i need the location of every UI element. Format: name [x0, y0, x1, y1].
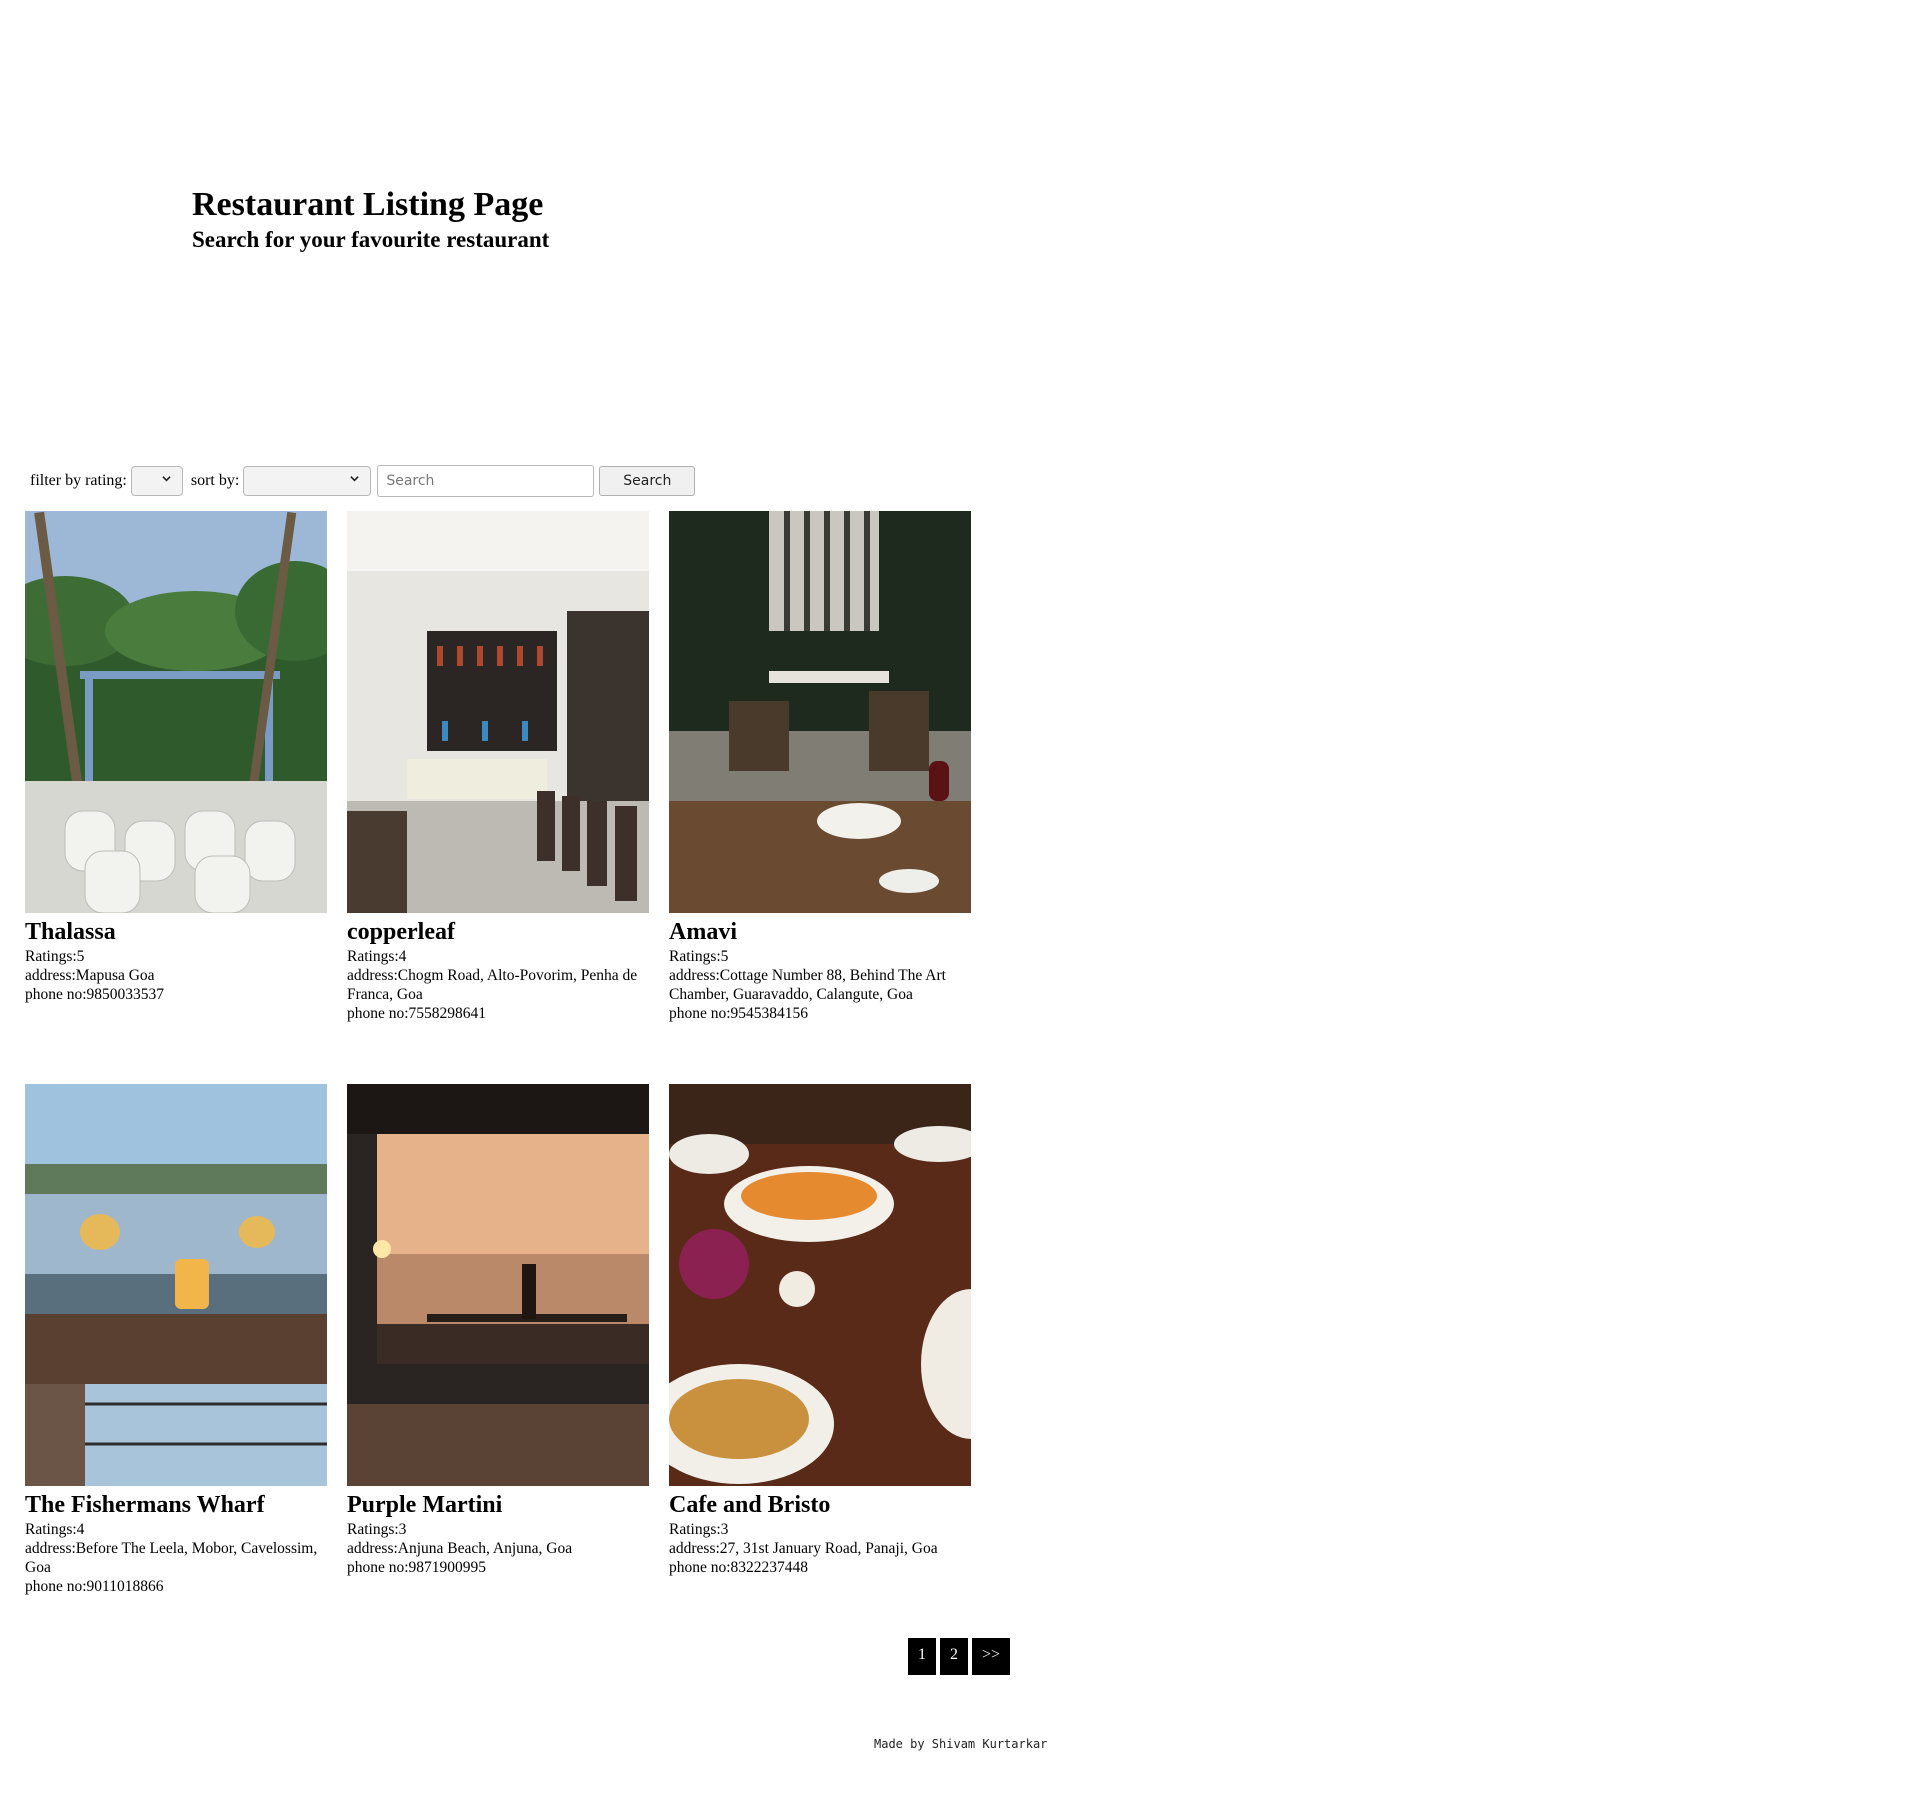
restaurant-card: copperleaf Ratings:4 address:Chogm Road,… — [347, 511, 649, 1023]
restaurant-card: Amavi Ratings:5 address:Cottage Number 8… — [669, 511, 971, 1023]
beach-venue-photo — [25, 511, 327, 913]
restaurant-ratings: Ratings:4 — [25, 1521, 85, 1538]
pagination: 1 2 >> — [908, 1638, 1014, 1675]
page-1-button[interactable]: 1 — [908, 1638, 936, 1675]
search-input[interactable] — [377, 465, 595, 497]
chevron-down-icon — [162, 476, 171, 482]
riverside-table-photo — [25, 1084, 327, 1486]
restaurant-address: address:Before The Leela, Mobor, Cavelos… — [25, 1540, 318, 1576]
page-2-button[interactable]: 2 — [940, 1638, 968, 1675]
restaurant-address: address:Mapusa Goa — [25, 967, 155, 984]
restaurant-card: Cafe and Bristo Ratings:3 address:27, 31… — [669, 1084, 971, 1577]
restaurant-address: address:Cottage Number 88, Behind The Ar… — [669, 967, 946, 1003]
bar-interior-photo — [347, 511, 649, 913]
restaurant-phone: phone no:8322237448 — [669, 1559, 809, 1576]
page-header: Restaurant Listing Page Search for your … — [192, 185, 549, 255]
restaurant-card: Purple Martini Ratings:3 address:Anjuna … — [347, 1084, 649, 1577]
restaurant-phone: phone no:9871900995 — [347, 1559, 487, 1576]
restaurant-address: address:27, 31st January Road, Panaji, G… — [669, 1540, 938, 1557]
restaurant-phone: phone no:9545384156 — [669, 1005, 809, 1022]
sunset-bar-photo — [347, 1084, 649, 1486]
restaurant-phone: phone no:9850033537 — [25, 986, 165, 1003]
page-title: Restaurant Listing Page — [192, 186, 544, 223]
restaurant-name: Amavi — [669, 919, 737, 945]
footer-credit: Made by Shivam Kurtarkar — [874, 1737, 1048, 1751]
restaurant-name: Purple Martini — [347, 1492, 503, 1518]
restaurant-name: copperleaf — [347, 919, 455, 945]
restaurant-name: Thalassa — [25, 919, 116, 945]
restaurant-name: The Fishermans Wharf — [25, 1492, 265, 1518]
restaurant-card: The Fishermans Wharf Ratings:4 address:B… — [25, 1084, 327, 1596]
restaurant-card: Thalassa Ratings:5 address:Mapusa Goa ph… — [25, 511, 327, 1004]
restaurant-address: address:Chogm Road, Alto-Povorim, Penha … — [347, 967, 638, 1003]
dining-terrace-photo — [669, 511, 971, 913]
chevron-down-icon — [350, 476, 359, 482]
next-page-button[interactable]: >> — [972, 1638, 1010, 1675]
restaurant-name: Cafe and Bristo — [669, 1492, 831, 1518]
search-button[interactable]: Search — [599, 466, 696, 496]
sort-by-select[interactable] — [243, 466, 372, 496]
sort-by-label: sort by: — [190, 472, 240, 489]
restaurant-ratings: Ratings:3 — [347, 1521, 407, 1538]
food-table-photo — [669, 1084, 971, 1486]
restaurant-ratings: Ratings:5 — [669, 948, 729, 965]
restaurant-address: address:Anjuna Beach, Anjuna, Goa — [347, 1540, 573, 1557]
rating-filter-select[interactable] — [130, 466, 183, 496]
restaurant-phone: phone no:9011018866 — [25, 1578, 164, 1595]
filter-rating-label: filter by rating: — [30, 472, 127, 489]
restaurant-ratings: Ratings:4 — [347, 948, 407, 965]
restaurant-ratings: Ratings:5 — [25, 948, 85, 965]
restaurant-phone: phone no:7558298641 — [347, 1005, 487, 1022]
restaurant-ratings: Ratings:3 — [669, 1521, 729, 1538]
page-subtitle: Search for your favourite restaurant — [192, 227, 550, 252]
filter-bar: filter by rating: sort by: Search — [26, 465, 696, 497]
